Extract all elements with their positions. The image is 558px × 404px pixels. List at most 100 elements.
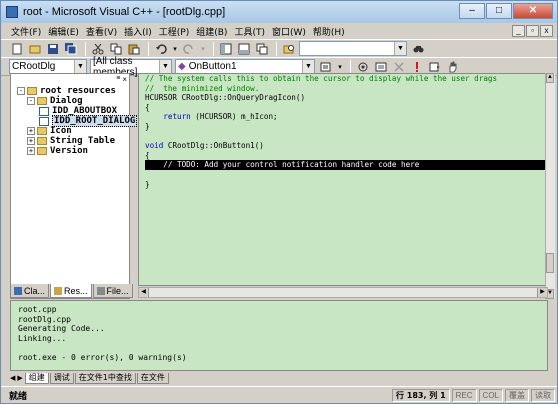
menu-file[interactable]: 文件(F) [11,25,41,38]
menu-build[interactable]: 组建(B) [196,25,227,38]
tab-find-in-files-2[interactable]: 在文件 [136,372,169,384]
mdi-minimize-button[interactable]: _ [512,25,525,37]
output-line: root.exe - 0 error(s), 0 warning(s) [18,352,187,362]
chevron-down-icon[interactable]: ▼ [394,42,406,55]
redo-dropdown-icon[interactable]: ▾ [199,41,207,56]
wizard-action-icon[interactable] [318,59,334,74]
tree-string-table-label: String Table [50,136,116,146]
expand-icon[interactable]: + [27,147,35,155]
menu-view[interactable]: 查看(V) [86,25,117,38]
paste-icon[interactable] [126,41,142,56]
chevron-down-icon[interactable]: ▼ [159,60,171,73]
workspace-icon[interactable] [218,41,234,56]
wizard-dropdown-icon[interactable]: ▾ [336,59,344,74]
tab-debug[interactable]: 调试 [49,372,74,384]
tree-icon[interactable]: + Icon [17,126,137,136]
find-combo[interactable]: ▼ [299,41,407,56]
output-line: Generating Code... [18,324,105,333]
dialog-resource-icon [39,106,49,116]
tree-dialog[interactable]: - Dialog [17,96,137,106]
folder-icon [27,87,37,95]
find-icon[interactable] [410,41,426,56]
menu-insert[interactable]: 插入(I) [124,25,152,38]
menu-edit[interactable]: 编辑(E) [48,25,79,38]
tree-string-table[interactable]: + String Table [17,136,137,146]
execute-icon[interactable] [409,59,425,74]
window-title: root - Microsoft Visual C++ - [rootDlg.c… [23,6,226,18]
mdi-restore-button[interactable]: ▫ [526,25,539,37]
output-pane[interactable]: root.cpp rootDlg.cpp Generating Code... … [10,300,548,371]
expand-icon[interactable]: + [27,137,35,145]
copy-icon[interactable] [108,41,124,56]
go-debug-icon[interactable] [427,59,443,74]
tab-scroll-left-icon[interactable]: ◀ [10,374,15,382]
mdi-close-button[interactable]: x [540,25,553,37]
app-icon [6,6,18,18]
collapse-icon[interactable]: - [17,87,25,95]
code-editor[interactable]: // The system calls this to obtain the c… [138,73,547,286]
tree-item-root-dialog[interactable]: IDD_ROOT_DIALOG [17,115,138,127]
function-combo-value: OnButton1 [188,61,237,72]
class-combo[interactable]: CRootDlg ▼ [9,59,87,74]
editor-horizontal-scrollbar[interactable]: ◀ ▶ [138,287,548,298]
output-line: Linking... [18,333,67,343]
tab-label: File... [106,285,129,296]
menu-help[interactable]: 帮助(H) [313,25,345,38]
menu-project[interactable]: 工程(P) [159,25,189,38]
code-line: // the minimized window. [145,83,260,93]
window-list-icon[interactable] [254,41,270,56]
resource-tree: - root resources - Dialog IDD_ABOUTBOX I… [17,86,138,156]
members-combo[interactable]: [All class members] ▼ [90,56,172,78]
compile-icon[interactable] [355,59,371,74]
save-all-icon[interactable] [63,41,79,56]
menu-tools[interactable]: 工具(T) [234,25,265,38]
class-combo-value: CRootDlg [12,61,56,72]
tree-version[interactable]: + Version [17,146,137,156]
cut-icon[interactable] [90,41,106,56]
function-combo[interactable]: ◆ OnButton1 ▼ [175,59,315,74]
open-folder-icon[interactable] [27,41,43,56]
new-file-icon[interactable] [9,41,25,56]
chevron-down-icon[interactable]: ▼ [74,60,86,73]
output-window-icon[interactable] [236,41,252,56]
code-keyword: void [145,141,164,151]
output-line: root.cpp [18,305,57,314]
folder-icon [37,137,47,145]
editor-vertical-scrollbar[interactable]: ▲ ▼ [545,73,555,299]
scroll-left-icon[interactable]: ◀ [139,288,149,297]
expand-icon[interactable]: + [27,127,35,135]
maximize-button[interactable]: □ [486,3,512,19]
pane-close-icon[interactable]: × [122,75,127,84]
pane-grip-icon[interactable]: ≡ [116,75,120,84]
code-text: // The system calls this to obtain the c… [145,74,545,189]
tab-scroll-right-icon[interactable]: ▶ [17,374,22,382]
tab-resourceview[interactable]: Res... [50,284,92,298]
undo-dropdown-icon[interactable]: ▾ [171,41,179,56]
tab-find-in-files-1[interactable]: 在文件1中查找 [74,372,136,384]
chevron-down-icon[interactable]: ▼ [302,60,314,73]
resourceview-icon [54,286,63,295]
tab-fileview[interactable]: File... [92,284,133,298]
minimize-button[interactable]: – [459,3,485,19]
tab-build[interactable]: 组建 [24,372,49,384]
scroll-up-icon[interactable]: ▲ [546,73,554,83]
menu-window[interactable]: 窗口(W) [272,25,306,38]
save-icon[interactable] [45,41,61,56]
breakpoint-hand-icon[interactable] [445,59,461,74]
scroll-right-icon[interactable]: ▶ [537,288,547,297]
build-icon[interactable] [373,59,389,74]
redo-icon[interactable] [181,41,197,56]
title-bar: root - Microsoft Visual C++ - [rootDlg.c… [1,1,557,23]
tree-root-label: root resources [40,86,116,96]
close-button[interactable]: ✕ [513,3,553,19]
tree-root[interactable]: - root resources [17,86,137,96]
find-in-files-icon[interactable] [281,41,297,56]
tree-icon-label: Icon [50,126,72,136]
stop-build-icon[interactable] [391,59,407,74]
workspace-pane: ≡ × - root resources - Dialog IDD_ABOUTB… [10,73,138,299]
scroll-thumb[interactable] [546,253,554,273]
tab-classview[interactable]: Cla... [10,284,50,298]
undo-icon[interactable] [153,41,169,56]
code-line: CRootDlg::OnButton1() [163,141,264,151]
collapse-icon[interactable]: - [27,97,35,105]
